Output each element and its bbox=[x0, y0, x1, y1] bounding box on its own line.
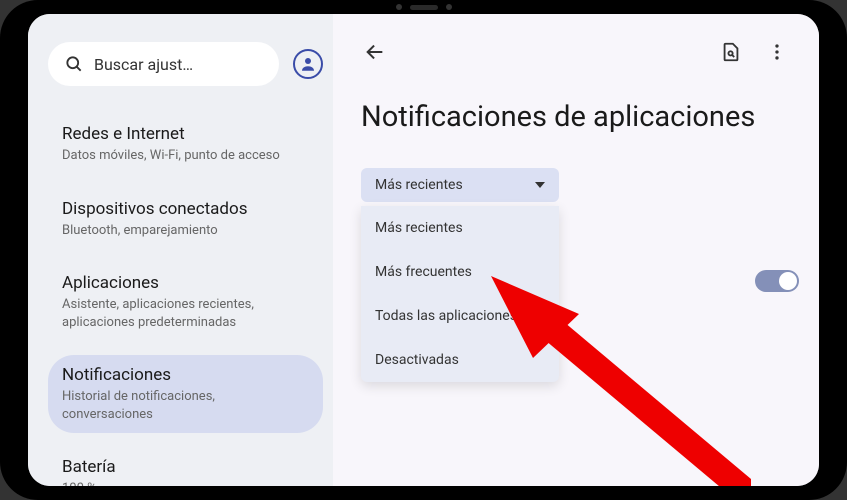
arrow-left-icon bbox=[364, 41, 386, 63]
screen: Buscar ajust… Redes e Internet Datos móv… bbox=[28, 14, 819, 486]
find-in-page-button[interactable] bbox=[717, 38, 745, 66]
more-button[interactable] bbox=[763, 38, 791, 66]
sidebar-item-label: Batería bbox=[62, 457, 309, 477]
find-page-icon bbox=[720, 41, 742, 63]
filter-dropdown[interactable]: Más recientes bbox=[361, 168, 559, 202]
sidebar: Buscar ajust… Redes e Internet Datos móv… bbox=[28, 14, 333, 486]
sidebar-item-battery[interactable]: Batería 100 % bbox=[48, 447, 323, 486]
profile-avatar[interactable] bbox=[293, 49, 323, 79]
search-placeholder: Buscar ajust… bbox=[94, 55, 193, 74]
caret-down-icon bbox=[535, 182, 545, 188]
back-button[interactable] bbox=[361, 38, 389, 66]
dropdown-option-disabled[interactable]: Desactivadas bbox=[361, 338, 559, 382]
search-input[interactable]: Buscar ajust… bbox=[48, 42, 279, 86]
search-icon bbox=[64, 54, 84, 74]
dropdown-selected: Más recientes bbox=[375, 177, 463, 193]
more-vertical-icon bbox=[766, 41, 788, 63]
main-content: Notificaciones de aplicaciones Más recie… bbox=[333, 14, 819, 486]
sidebar-item-sub: Datos móviles, Wi-Fi, punto de acceso bbox=[62, 147, 309, 165]
tablet-notch bbox=[364, 0, 484, 14]
dropdown-option-all[interactable]: Todas las aplicaciones bbox=[361, 294, 559, 338]
sidebar-item-network[interactable]: Redes e Internet Datos móviles, Wi-Fi, p… bbox=[48, 114, 323, 175]
sidebar-item-label: Aplicaciones bbox=[62, 273, 309, 293]
dropdown-option-frequent[interactable]: Más frecuentes bbox=[361, 250, 559, 294]
dropdown-option-recent[interactable]: Más recientes bbox=[361, 206, 559, 250]
sidebar-item-label: Redes e Internet bbox=[62, 124, 309, 144]
page-title: Notificaciones de aplicaciones bbox=[361, 100, 791, 134]
sidebar-item-sub: Asistente, aplicaciones recientes, aplic… bbox=[62, 296, 309, 331]
sidebar-item-devices[interactable]: Dispositivos conectados Bluetooth, empar… bbox=[48, 189, 323, 250]
sidebar-item-apps[interactable]: Aplicaciones Asistente, aplicaciones rec… bbox=[48, 263, 323, 341]
sidebar-item-label: Dispositivos conectados bbox=[62, 199, 309, 219]
sidebar-item-label: Notificaciones bbox=[62, 365, 309, 385]
tablet-frame: Buscar ajust… Redes e Internet Datos móv… bbox=[0, 0, 847, 500]
sidebar-item-sub: 100 % bbox=[62, 480, 309, 486]
sidebar-item-sub: Historial de notificaciones, conversacio… bbox=[62, 388, 309, 423]
toggle-switch[interactable] bbox=[755, 270, 799, 292]
dropdown-menu: Más recientes Más frecuentes Todas las a… bbox=[361, 206, 559, 382]
toggle-knob bbox=[779, 272, 797, 290]
person-icon bbox=[299, 55, 317, 73]
sidebar-item-notifications[interactable]: Notificaciones Historial de notificacion… bbox=[48, 355, 323, 433]
sidebar-item-sub: Bluetooth, emparejamiento bbox=[62, 222, 309, 240]
